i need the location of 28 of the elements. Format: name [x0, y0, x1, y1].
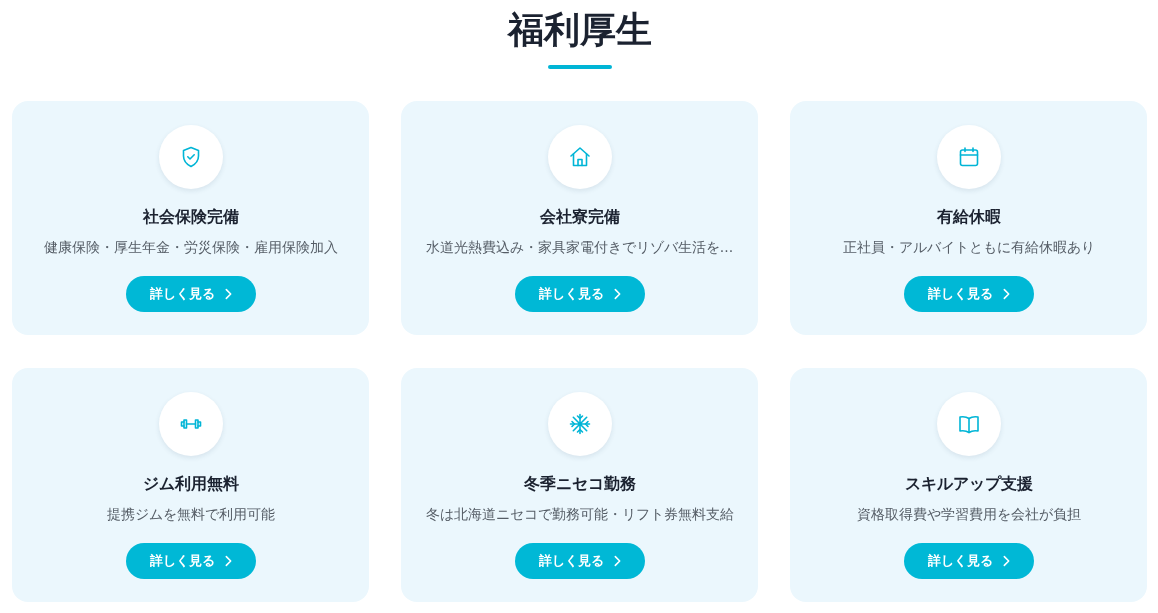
details-button[interactable]: 詳しく見る: [514, 276, 645, 312]
chevron-right-icon: [1002, 555, 1010, 567]
snowflake-icon: [567, 412, 592, 436]
house-icon: [567, 145, 592, 169]
details-button[interactable]: 詳しく見る: [125, 276, 256, 312]
chevron-right-icon: [1002, 288, 1010, 300]
benefit-description: 資格取得費や学習費用を会社が負担: [856, 505, 1081, 524]
details-button[interactable]: 詳しく見る: [903, 276, 1034, 312]
benefit-description: 水道光熱費込み・家具家電付きでリゾバ生活を...: [425, 238, 734, 257]
benefit-description: 冬は北海道ニセコで勤務可能・リフト券無料支給: [425, 505, 734, 524]
benefit-description: 健康保険・厚生年金・労災保険・雇用保険加入: [43, 238, 338, 257]
chevron-right-icon: [224, 288, 232, 300]
chevron-right-icon: [224, 555, 232, 567]
benefit-description: 提携ジムを無料で利用可能: [106, 505, 275, 524]
chevron-right-icon: [613, 288, 621, 300]
details-button[interactable]: 詳しく見る: [514, 543, 645, 579]
benefit-title: 社会保険完備: [142, 206, 239, 228]
benefit-title: スキルアップ支援: [904, 473, 1033, 495]
chevron-right-icon: [613, 555, 621, 567]
benefit-title: 冬季ニセコ勤務: [523, 473, 636, 495]
benefit-title: 会社寮完備: [539, 206, 620, 228]
section-title: 福利厚生: [507, 8, 652, 52]
details-button[interactable]: 詳しく見る: [125, 543, 256, 579]
details-button[interactable]: 詳しく見る: [903, 543, 1034, 579]
benefit-description: 正社員・アルバイトともに有給休暇あり: [842, 238, 1095, 257]
title-underline: [547, 65, 612, 69]
benefit-title: 有給休暇: [936, 206, 1001, 228]
benefit-title: ジム利用無料: [142, 473, 239, 495]
